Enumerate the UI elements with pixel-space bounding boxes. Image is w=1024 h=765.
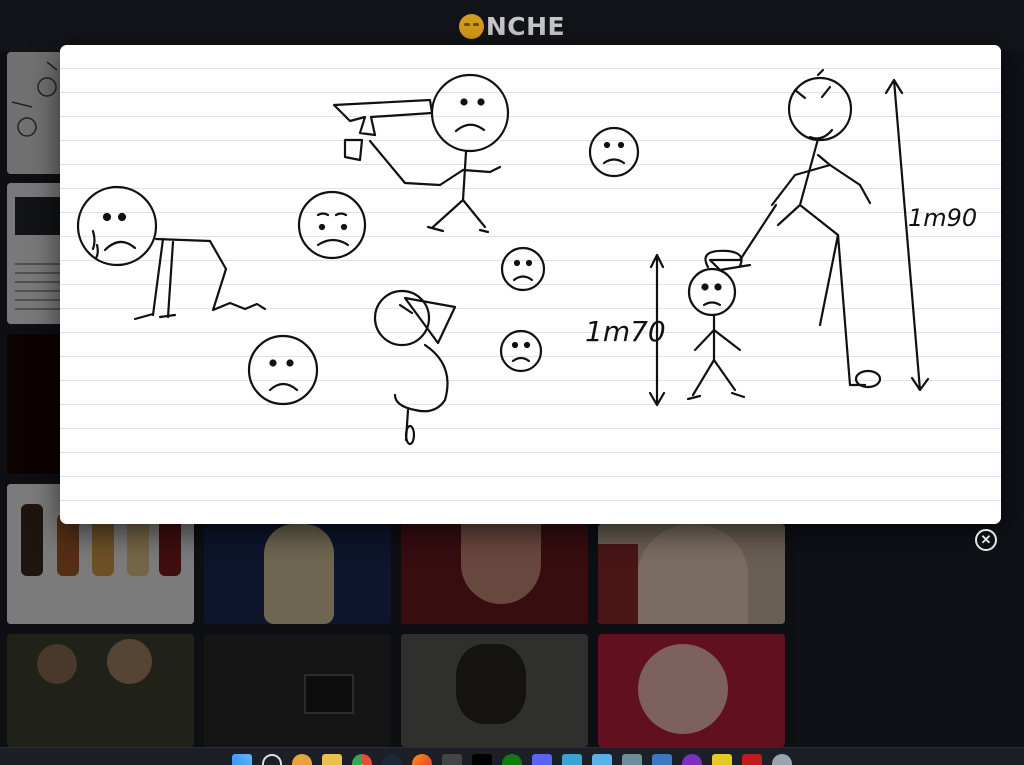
app-icon-3[interactable] bbox=[742, 754, 762, 765]
onche-face-logo-icon bbox=[458, 13, 484, 39]
file-explorer-icon[interactable] bbox=[322, 754, 342, 765]
os-taskbar bbox=[0, 747, 1024, 765]
site-logo[interactable]: NCHE bbox=[458, 11, 566, 41]
stick-figure-drawing: 1m70 1m90 bbox=[76, 68, 977, 446]
teams-icon[interactable] bbox=[622, 754, 642, 765]
app-icon-2[interactable] bbox=[712, 754, 732, 765]
close-button[interactable]: ✕ bbox=[975, 529, 997, 551]
notepad-icon[interactable] bbox=[592, 754, 612, 765]
gallery-tile[interactable] bbox=[204, 634, 391, 747]
keyboard-icon[interactable] bbox=[562, 754, 582, 765]
gallery-tile[interactable] bbox=[598, 524, 785, 624]
chrome-icon[interactable] bbox=[352, 754, 372, 765]
right-height-label: 1m90 bbox=[908, 204, 977, 232]
discord-icon[interactable] bbox=[532, 754, 552, 765]
tiktok-icon[interactable] bbox=[472, 754, 492, 765]
windows-start-icon[interactable] bbox=[232, 754, 252, 765]
screenshot-icon[interactable] bbox=[442, 754, 462, 765]
xbox-icon[interactable] bbox=[502, 754, 522, 765]
left-height-label: 1m70 bbox=[585, 315, 666, 348]
app-icon[interactable] bbox=[682, 754, 702, 765]
gallery-tile[interactable] bbox=[401, 524, 588, 624]
media-player-icon[interactable] bbox=[292, 754, 312, 765]
settings-icon[interactable] bbox=[772, 754, 792, 765]
close-icon: ✕ bbox=[980, 532, 992, 547]
image-lightbox: 1m70 1m90 bbox=[60, 45, 1001, 524]
gallery-tile[interactable] bbox=[204, 524, 391, 624]
firefox-icon[interactable] bbox=[412, 754, 432, 765]
logo-text: NCHE bbox=[485, 11, 566, 41]
gallery-tile[interactable] bbox=[7, 634, 194, 747]
search-icon[interactable] bbox=[262, 754, 282, 765]
calculator-icon[interactable] bbox=[652, 754, 672, 765]
steam-icon[interactable] bbox=[382, 754, 402, 765]
gallery-tile[interactable] bbox=[401, 634, 588, 747]
gallery-tile[interactable] bbox=[598, 634, 785, 747]
